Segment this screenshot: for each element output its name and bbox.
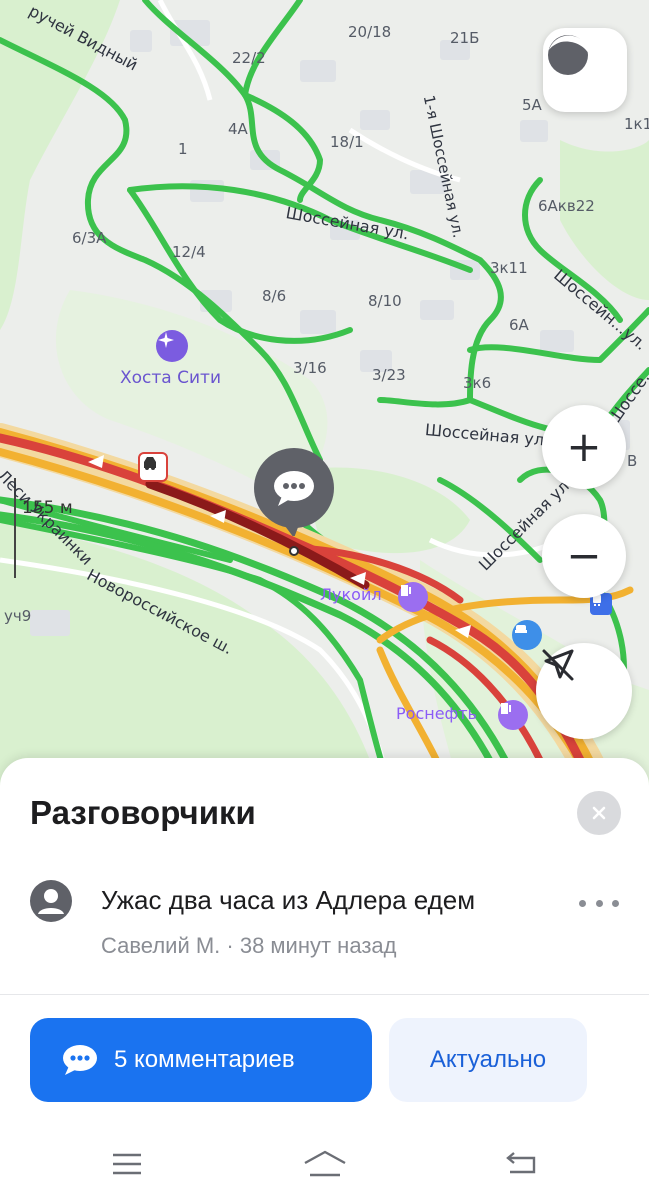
poi-label: Хоста Сити	[120, 368, 221, 388]
chat-icon	[63, 1045, 97, 1075]
chat-bubble-marker[interactable]	[252, 446, 336, 556]
house-number: 3к11	[490, 259, 528, 277]
house-number: 3/16	[293, 359, 327, 377]
poi-khosta-city[interactable]: Хоста Сити	[120, 330, 240, 390]
meta-separator: ·	[220, 933, 240, 958]
house-number: уч9	[4, 607, 32, 625]
zoom-out-icon: −	[566, 531, 602, 580]
system-navbar	[0, 1128, 649, 1200]
comments-button[interactable]: 5 комментариев	[30, 1018, 372, 1102]
time-ago: 38 минут назад	[239, 933, 397, 958]
close-icon	[592, 806, 606, 820]
house-number: 20/18	[348, 23, 392, 41]
back-button[interactable]	[504, 1148, 540, 1180]
location-arrow-icon	[548, 35, 589, 75]
fuel-icon	[498, 700, 528, 730]
house-number: 4А	[228, 120, 248, 138]
house-number: 3к6	[463, 374, 492, 392]
menu-icon	[113, 1153, 141, 1175]
airplane-icon	[156, 330, 188, 362]
house-number: 22/2	[232, 49, 266, 67]
house-number: 6Акв22	[538, 197, 595, 215]
map-scale: 155 м	[22, 498, 73, 518]
zoom-in-icon: +	[566, 422, 602, 471]
house-number: 6/3А	[72, 229, 107, 247]
traffic-accident-icon[interactable]	[138, 452, 168, 482]
chat-bubble-icon	[254, 448, 334, 536]
poi-rosneft[interactable]: Роснефть	[396, 700, 536, 730]
house-number: 8/6	[262, 287, 287, 305]
zoom-out-button[interactable]: −	[542, 514, 626, 598]
close-button[interactable]	[577, 791, 621, 835]
home-button[interactable]	[302, 1148, 348, 1180]
location-button[interactable]	[543, 28, 627, 112]
back-icon	[506, 1152, 536, 1174]
more-options-icon[interactable]	[579, 896, 619, 910]
house-number: 5А	[522, 96, 542, 114]
comments-button-label: 5 комментариев	[114, 1046, 295, 1073]
poi-label: Лукойл	[320, 585, 382, 604]
fuel-icon	[398, 582, 428, 612]
house-number: 6А	[509, 316, 529, 334]
poi-label: Роснефть	[396, 704, 477, 723]
house-number: 1	[178, 140, 188, 158]
location-pin-dot	[289, 546, 299, 556]
menu-button[interactable]	[110, 1148, 144, 1180]
relevant-button[interactable]: Актуально	[389, 1018, 587, 1102]
user-icon	[38, 889, 64, 914]
message-text: Ужас два часа из Адлера едем	[101, 885, 476, 915]
house-number: 21Б	[450, 29, 480, 47]
divider	[0, 994, 649, 995]
poi-lukoil[interactable]: Лукойл	[320, 582, 440, 612]
message-meta: Савелий М. · 38 минут назад	[101, 933, 396, 959]
house-number: В	[627, 452, 638, 470]
avatar[interactable]	[30, 880, 72, 922]
house-number: 12/4	[172, 243, 206, 261]
home-icon	[304, 1150, 346, 1177]
zoom-in-button[interactable]: +	[542, 405, 626, 489]
no-navigation-button[interactable]	[536, 643, 632, 739]
house-number: 8/10	[368, 292, 402, 310]
sheet-title: Разговорчики	[30, 794, 256, 831]
house-number: 1к1	[624, 115, 649, 133]
map-view[interactable]: 20/18 21Б 22/2 5А 1к1 4А 18/1 1 6Акв22 6…	[0, 0, 649, 790]
house-number: 18/1	[330, 133, 364, 151]
house-number: 3/23	[372, 366, 406, 384]
author-name: Савелий М.	[101, 933, 221, 958]
no-navigation-icon	[542, 649, 574, 681]
